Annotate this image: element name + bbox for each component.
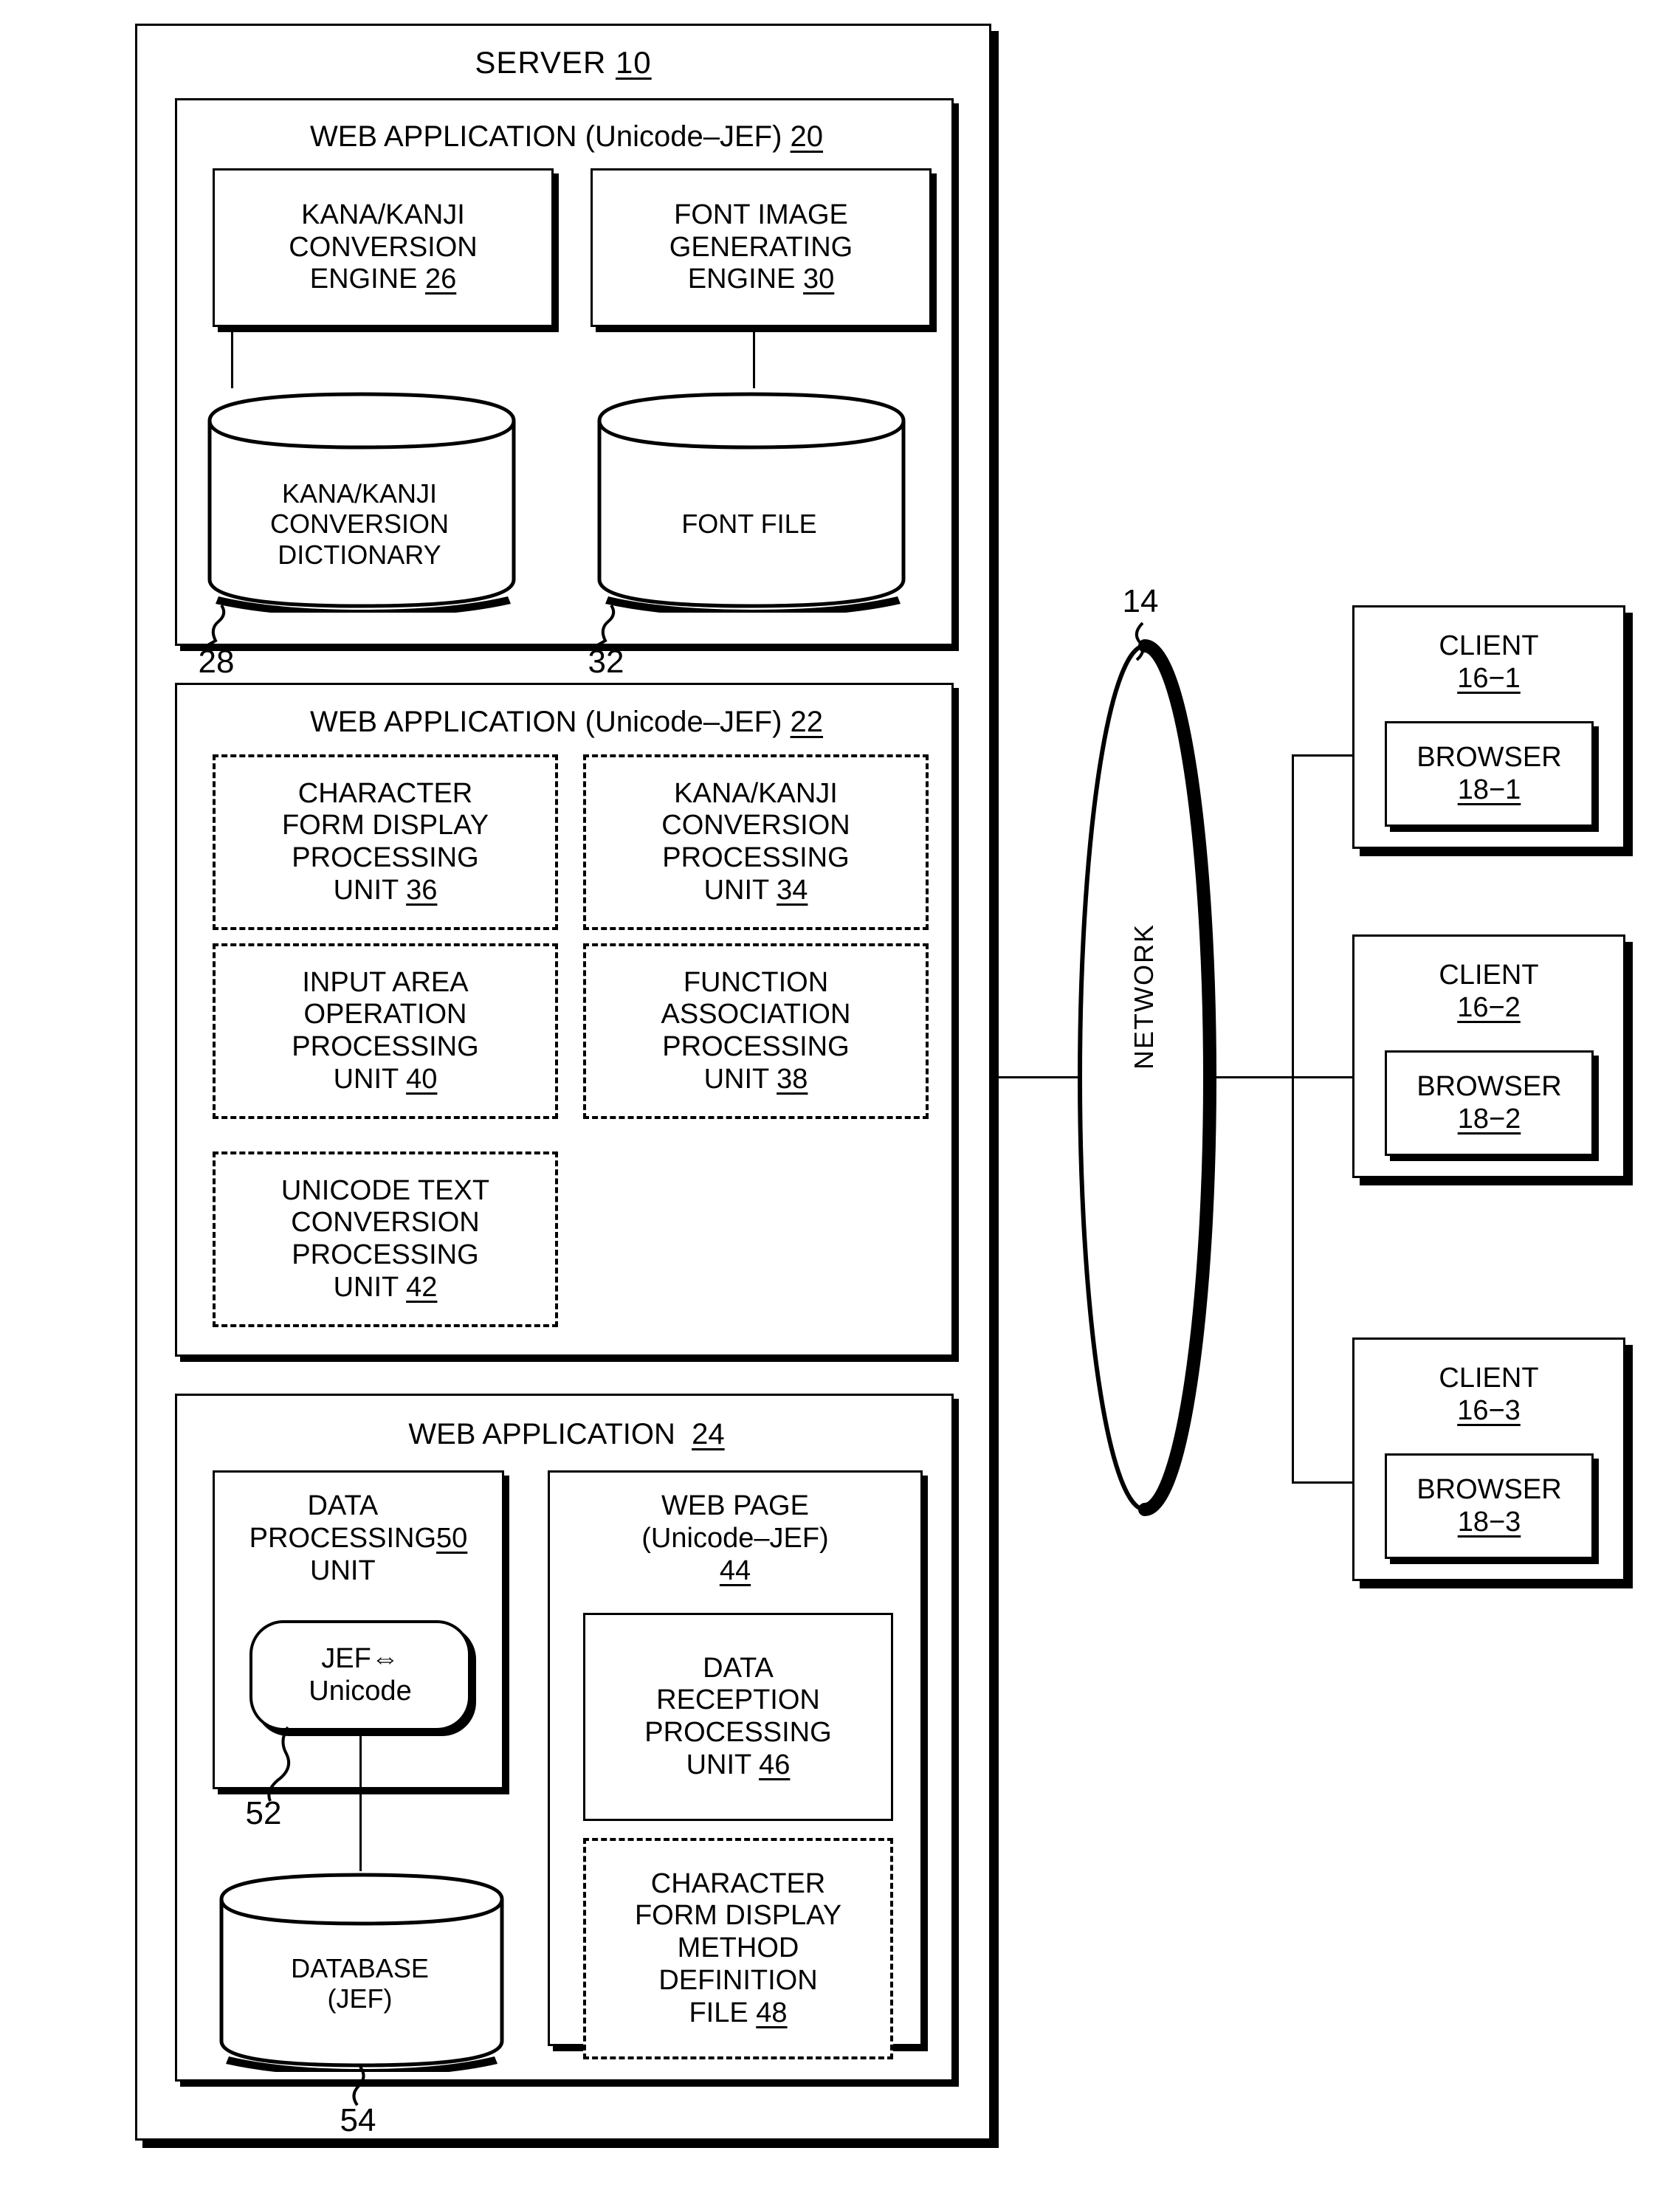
browser-2-ref: 18−2 bbox=[1457, 1103, 1521, 1135]
client-3-ref: 16−3 bbox=[1457, 1395, 1521, 1426]
web-page-44-ref: 44 bbox=[719, 1555, 751, 1586]
converter-line2: Unicode bbox=[309, 1676, 412, 1707]
kana-kanji-conversion-processing-unit-34: KANA/KANJI CONVERSION PROCESSING UNIT 34 bbox=[583, 754, 929, 930]
app20-ref: 20 bbox=[790, 120, 824, 153]
client-1-ref: 16−1 bbox=[1457, 663, 1521, 694]
file-48-label: CHARACTER FORM DISPLAY METHOD DEFINITION… bbox=[634, 1867, 842, 2028]
character-form-display-method-definition-file-48: CHARACTER FORM DISPLAY METHOD DEFINITION… bbox=[583, 1838, 893, 2059]
browser-box-3: BROWSER 18−3 bbox=[1385, 1453, 1594, 1559]
browser-box-2: BROWSER 18−2 bbox=[1385, 1050, 1594, 1156]
ref-28: 28 bbox=[198, 644, 235, 680]
browser-1-name: BROWSER bbox=[1416, 741, 1562, 773]
client-2-title: CLIENT 16−2 bbox=[1352, 948, 1625, 1036]
web-page-44-title-label: WEB PAGE (Unicode–JEF) bbox=[641, 1490, 829, 1555]
unicode-text-conversion-processing-unit-42: UNICODE TEXT CONVERSION PROCESSING UNIT … bbox=[213, 1151, 558, 1327]
kana-kanji-conversion-dictionary-cylinder: KANA/KANJI CONVERSION DICTIONARY bbox=[201, 384, 518, 613]
input-area-operation-processing-unit-40: INPUT AREA OPERATION PROCESSING UNIT 40 bbox=[213, 943, 558, 1119]
font-file-label: FONT FILE bbox=[681, 509, 817, 540]
kana-kanji-conversion-engine-ref-row: ENGINE bbox=[213, 280, 554, 317]
bus-to-client-2 bbox=[1292, 1076, 1354, 1078]
app24-title-label: WEB APPLICATION bbox=[408, 1417, 675, 1450]
client-3-title: CLIENT 16−3 bbox=[1352, 1351, 1625, 1439]
connector-52-54 bbox=[359, 1731, 362, 1871]
unit-40-label: INPUT AREA OPERATION PROCESSING UNIT 40 bbox=[292, 966, 479, 1095]
font-image-generating-engine-box: FONT IMAGE GENERATING ENGINE 30 bbox=[591, 168, 932, 327]
unit-34-ref: 34 bbox=[777, 874, 808, 906]
database-label: DATABASE (JEF) bbox=[291, 1952, 429, 2014]
connector-30-32 bbox=[753, 332, 755, 388]
bus-to-client-3 bbox=[1292, 1481, 1354, 1484]
unit-36-label: CHARACTER FORM DISPLAY PROCESSING UNIT 3… bbox=[281, 777, 489, 906]
file-48-ref: 48 bbox=[756, 1997, 788, 2028]
connector-26-28 bbox=[231, 332, 233, 388]
network-bus-link bbox=[1216, 1076, 1294, 1078]
client-1-title: CLIENT 16−1 bbox=[1352, 619, 1625, 707]
ref-54: 54 bbox=[340, 2102, 376, 2138]
web-page-44-title: WEB PAGE (Unicode–JEF) 44 bbox=[548, 1480, 923, 1598]
kana-kanji-conversion-dictionary-label: KANA/KANJI CONVERSION DICTIONARY bbox=[269, 478, 450, 570]
function-association-processing-unit-38: FUNCTION ASSOCIATION PROCESSING UNIT 38 bbox=[583, 943, 929, 1119]
leader-32 bbox=[594, 604, 616, 648]
browser-3-ref: 18−3 bbox=[1457, 1506, 1521, 1538]
client-bus-vertical bbox=[1292, 754, 1294, 1484]
font-image-generating-engine-ref: 30 bbox=[802, 264, 835, 295]
bus-to-client-1 bbox=[1292, 754, 1354, 757]
client-1-name: CLIENT bbox=[1439, 630, 1539, 662]
character-form-display-processing-unit-36: CHARACTER FORM DISPLAY PROCESSING UNIT 3… bbox=[213, 754, 558, 930]
server-ref: 10 bbox=[615, 45, 652, 80]
jef-unicode-converter-52: JEF⇔ Unicode bbox=[249, 1620, 471, 1731]
client-2-ref: 16−2 bbox=[1457, 992, 1521, 1023]
ref-32: 32 bbox=[588, 644, 624, 680]
leader-28 bbox=[204, 604, 226, 648]
network-label: NETWORK bbox=[1129, 923, 1159, 1070]
server-title-label: SERVER bbox=[475, 45, 607, 80]
font-image-generating-engine-label: FONT IMAGE GENERATING ENGINE 30 bbox=[669, 199, 853, 295]
app22-title-label: WEB APPLICATION (Unicode–JEF) bbox=[309, 705, 782, 738]
app24-ref: 24 bbox=[692, 1417, 725, 1450]
data-processing-unit-50-ref: 50 bbox=[436, 1523, 468, 1555]
app22-title: WEB APPLICATION (Unicode–JEF) 22 bbox=[185, 701, 949, 743]
browser-2-name: BROWSER bbox=[1416, 1070, 1562, 1102]
browser-box-1: BROWSER 18−1 bbox=[1385, 721, 1594, 827]
client-2-name: CLIENT bbox=[1439, 960, 1539, 991]
font-file-cylinder: FONT FILE bbox=[591, 384, 908, 613]
ref-14: 14 bbox=[1122, 583, 1159, 619]
unit-42-ref: 42 bbox=[406, 1271, 438, 1303]
unit-38-ref: 38 bbox=[777, 1063, 808, 1095]
converter-line1: JEF⇔ bbox=[321, 1643, 399, 1675]
app24-title: WEB APPLICATION 24 bbox=[185, 1414, 949, 1455]
unit-34-label: KANA/KANJI CONVERSION PROCESSING UNIT 34 bbox=[661, 777, 850, 906]
data-reception-processing-unit-46: DATA RECEPTION PROCESSING UNIT 46 bbox=[583, 1613, 893, 1821]
unit-46-label: DATA RECEPTION PROCESSING UNIT 46 bbox=[644, 1652, 832, 1780]
leader-52 bbox=[267, 1726, 290, 1802]
app22-ref: 22 bbox=[790, 705, 824, 738]
server-title: SERVER 10 bbox=[135, 41, 991, 85]
unit-40-ref: 40 bbox=[406, 1063, 438, 1095]
unit-42-label: UNICODE TEXT CONVERSION PROCESSING UNIT … bbox=[280, 1174, 490, 1303]
client-3-name: CLIENT bbox=[1439, 1363, 1539, 1394]
app20-title-label: WEB APPLICATION (Unicode–JEF) bbox=[309, 120, 782, 153]
browser-1-ref: 18−1 bbox=[1457, 774, 1521, 805]
browser-3-name: BROWSER bbox=[1416, 1473, 1562, 1505]
data-processing-unit-50-label: DATA PROCESSING UNIT 50 bbox=[249, 1490, 468, 1586]
unit-38-label: FUNCTION ASSOCIATION PROCESSING UNIT 38 bbox=[661, 966, 851, 1095]
ref-52: 52 bbox=[245, 1795, 282, 1831]
database-cylinder-54: DATABASE (JEF) bbox=[214, 1865, 506, 2072]
leader-14 bbox=[1135, 622, 1145, 661]
unit-36-ref: 36 bbox=[406, 874, 438, 906]
unit-46-ref: 46 bbox=[759, 1749, 791, 1780]
app20-title: WEB APPLICATION (Unicode–JEF) 20 bbox=[185, 116, 949, 157]
